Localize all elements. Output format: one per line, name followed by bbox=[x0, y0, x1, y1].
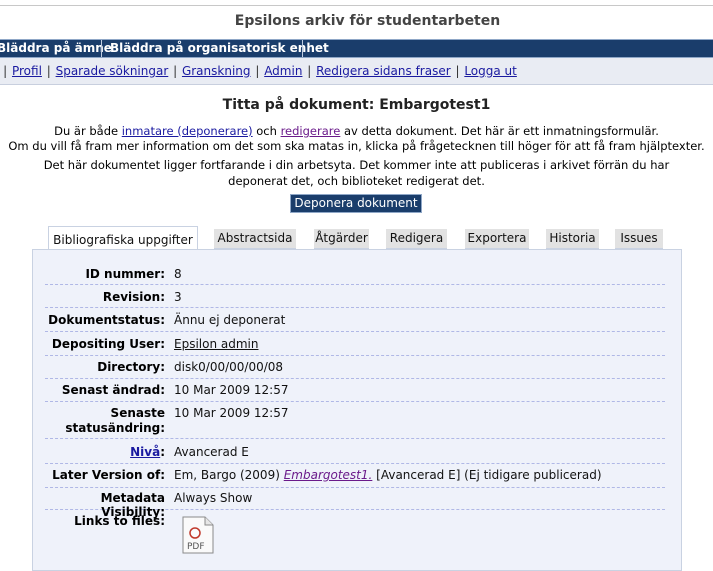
depositing-user-link[interactable]: Epsilon admin bbox=[174, 337, 258, 351]
tab-issues[interactable]: Issues bbox=[615, 229, 663, 249]
field-label: Depositing User: bbox=[51, 337, 165, 351]
nav-separator bbox=[101, 40, 102, 57]
field-value: 10 Mar 2009 12:57 bbox=[174, 383, 289, 397]
field-label: ID nummer: bbox=[85, 267, 165, 281]
help-hint-text: Om du vill få fram mer information om de… bbox=[8, 139, 705, 153]
field-row-level: Nivå: Avancerad E bbox=[45, 441, 665, 464]
field-value: Always Show bbox=[174, 491, 253, 505]
profile-link[interactable]: Profil bbox=[12, 64, 42, 78]
depositor-link[interactable]: inmatare (deponerare) bbox=[122, 124, 253, 138]
field-row-id: ID nummer: 8 bbox=[45, 263, 665, 285]
admin-link[interactable]: Admin bbox=[264, 64, 302, 78]
field-row-status-change: Senaste statusändring: 10 Mar 2009 12:57 bbox=[45, 403, 665, 439]
field-label-colon: : bbox=[160, 445, 165, 459]
field-row-directory: Directory: disk0/00/00/00/08 bbox=[45, 357, 665, 379]
workarea-note: Det här dokumentet ligger fortfarande i … bbox=[43, 158, 670, 188]
field-label-line: statusändring: bbox=[65, 421, 165, 435]
field-value: 8 bbox=[174, 267, 182, 281]
tab-history[interactable]: Historia bbox=[546, 229, 599, 249]
site-title: Epsilons arkiv för studentarbeten bbox=[234, 13, 501, 29]
top-divider bbox=[0, 5, 713, 6]
page-title: Titta på dokument: Embargotest1 bbox=[222, 97, 491, 113]
field-value: disk0/00/00/00/08 bbox=[174, 360, 284, 374]
field-label: Senaste statusändring: bbox=[45, 406, 165, 436]
field-label: Later Version of: bbox=[52, 468, 165, 482]
tab-bibliographic[interactable]: Bibliografiska uppgifter bbox=[48, 226, 198, 249]
tab-actions[interactable]: Åtgärder bbox=[314, 229, 369, 249]
saved-searches-link[interactable]: Sparade sökningar bbox=[56, 64, 169, 78]
field-row-depositing-user: Depositing User: Epsilon admin bbox=[45, 333, 665, 356]
field-label: Directory: bbox=[97, 360, 165, 374]
pdf-icon-label: PDF bbox=[187, 542, 205, 552]
field-row-last-changed: Senast ändrad: 10 Mar 2009 12:57 bbox=[45, 380, 665, 402]
field-label: Senast ändrad: bbox=[61, 383, 165, 397]
field-row-later-version: Later Version of: Em, Bargo (2009) Embar… bbox=[45, 465, 665, 488]
field-row-status: Dokumentstatus: Ännu ej deponerat bbox=[45, 309, 665, 332]
tab-abstract-page[interactable]: Abstractsida bbox=[214, 229, 296, 249]
field-row-revision: Revision: 3 bbox=[45, 286, 665, 308]
nav-browse-org[interactable]: Bläddra på organisatorisk enhet bbox=[110, 41, 329, 55]
pdf-file-icon[interactable]: PDF bbox=[181, 516, 215, 554]
main-navbar: Bläddra på ämne Bläddra på organisatoris… bbox=[0, 39, 713, 58]
tab-edit[interactable]: Redigera bbox=[386, 229, 447, 249]
field-value: Ännu ej deponerat bbox=[174, 313, 286, 327]
edit-phrases-link[interactable]: Redigera sidans fraser bbox=[316, 64, 451, 78]
tab-bar: Bibliografiska uppgifter Abstractsida Åt… bbox=[0, 226, 713, 250]
nav-separator bbox=[302, 40, 303, 57]
field-value: Em, Bargo (2009) Embargotest1. [Avancera… bbox=[174, 468, 602, 482]
intro-text-part: och bbox=[252, 124, 281, 138]
tab-export[interactable]: Exportera bbox=[465, 229, 529, 249]
field-label: Dokumentstatus: bbox=[48, 313, 165, 327]
intro-text-part: Du är både bbox=[54, 124, 122, 138]
field-label: Links to files: bbox=[74, 514, 165, 528]
field-row-metadata-visibility: Metadata Visibility: Always Show bbox=[45, 488, 665, 519]
field-label-line: Senaste bbox=[110, 406, 165, 420]
field-label: Nivå: bbox=[45, 445, 165, 459]
later-version-details: [Avancerad E] (Ej tidigare publicerad) bbox=[372, 468, 602, 482]
field-row-links-to-files: Links to files: bbox=[45, 511, 665, 556]
later-version-author: Em, Bargo (2009) bbox=[174, 468, 284, 482]
field-value: 10 Mar 2009 12:57 bbox=[174, 406, 289, 420]
logout-link[interactable]: Logga ut bbox=[464, 64, 517, 78]
field-value: Avancerad E bbox=[174, 445, 249, 459]
field-label: Revision: bbox=[102, 290, 165, 304]
user-menu-bar: nt | Profil | Sparade sökningar | Gransk… bbox=[0, 58, 713, 85]
editor-link[interactable]: redigerare bbox=[281, 124, 341, 138]
field-value: 3 bbox=[174, 290, 182, 304]
nav-browse-subject[interactable]: Bläddra på ämne bbox=[0, 41, 112, 55]
later-version-link[interactable]: Embargotest1. bbox=[284, 468, 373, 482]
intro-text: Du är både inmatare (deponerare) och red… bbox=[0, 124, 713, 154]
deposit-button[interactable]: Deponera dokument bbox=[290, 194, 422, 213]
review-link[interactable]: Granskning bbox=[182, 64, 251, 78]
level-help-link[interactable]: Nivå bbox=[130, 445, 160, 459]
intro-text-part: av detta dokument. Det här är ett inmatn… bbox=[340, 124, 659, 138]
